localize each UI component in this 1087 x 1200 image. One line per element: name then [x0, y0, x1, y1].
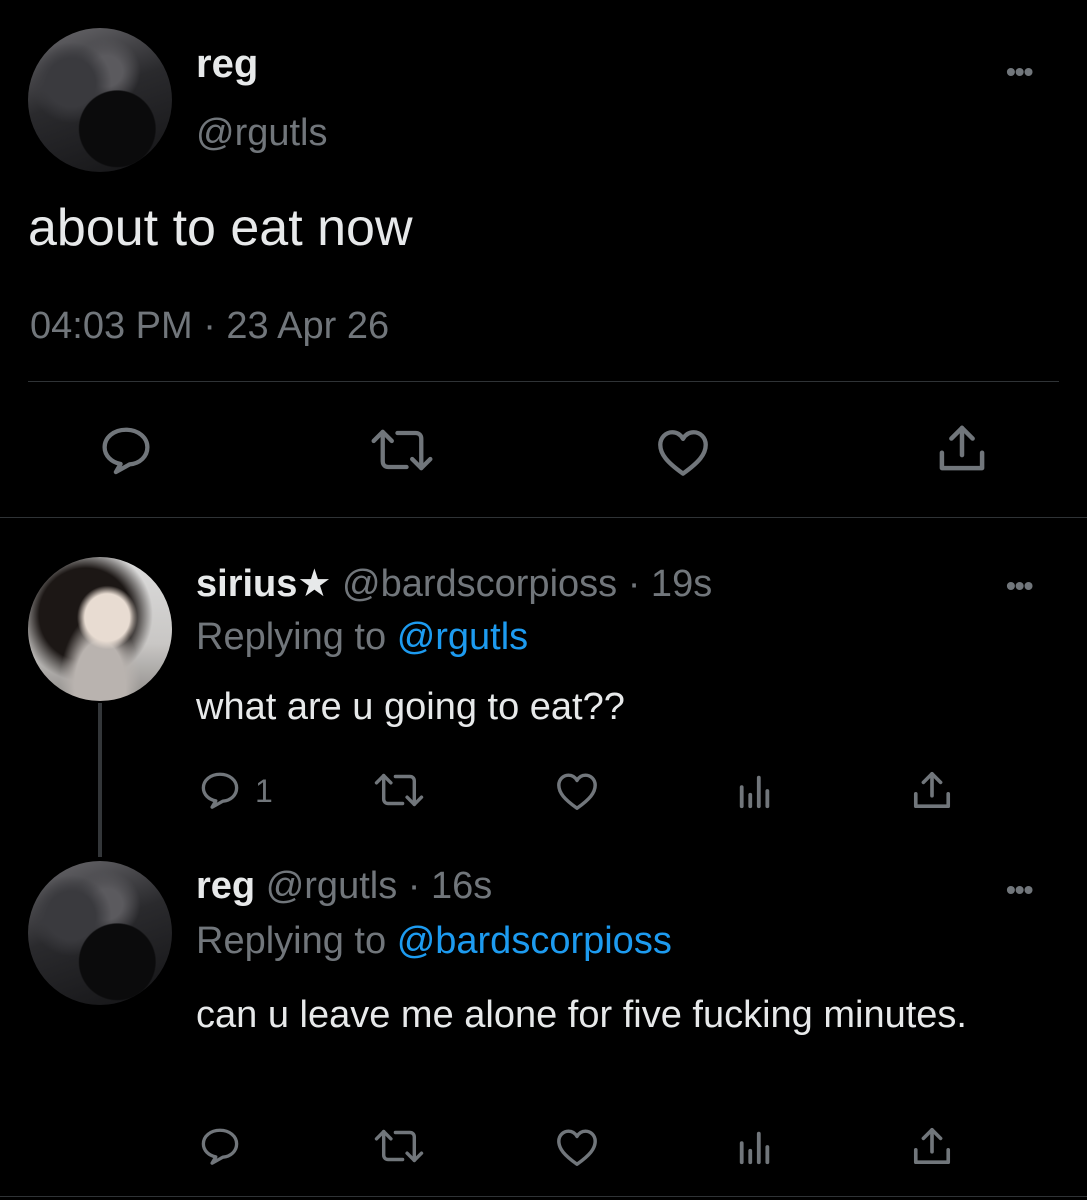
reply1-replying-handle[interactable]: @rgutls — [397, 616, 529, 658]
bottom-divider — [0, 1196, 1087, 1197]
reply-icon[interactable] — [99, 425, 153, 475]
retweet-icon[interactable] — [368, 427, 436, 473]
reply1-time[interactable]: · 19s — [628, 563, 712, 605]
main-avatar[interactable] — [28, 28, 172, 172]
reply2-text: can u leave me alone for five fucking mi… — [196, 994, 967, 1036]
reply2-reply-icon[interactable] — [199, 1126, 241, 1166]
reply1-views-icon[interactable] — [737, 772, 773, 810]
reply2-more-icon[interactable]: ••• — [1006, 874, 1033, 906]
reply2-time[interactable]: · 16s — [408, 865, 492, 907]
reply2-share-icon[interactable] — [911, 1125, 953, 1167]
main-divider-bottom — [0, 517, 1087, 518]
reply1-handle[interactable]: @bardscorpioss — [342, 563, 617, 605]
main-more-icon[interactable]: ••• — [1006, 56, 1033, 88]
reply2-views-icon[interactable] — [737, 1128, 773, 1166]
reply2-handle[interactable]: @rgutls — [266, 865, 398, 907]
reply2-header: reg @rgutls · 16s — [196, 865, 492, 908]
main-divider-top — [28, 381, 1059, 382]
reply1-text: what are u going to eat?? — [196, 686, 625, 728]
reply2-avatar[interactable] — [28, 861, 172, 1005]
main-timestamp[interactable]: 04:03 PM · 23 Apr 26 — [30, 305, 389, 348]
reply2-display-name[interactable]: reg — [196, 865, 255, 907]
main-tweet-text: about to eat now — [28, 199, 413, 257]
reply1-share-icon[interactable] — [911, 769, 953, 811]
reply1-retweet-icon[interactable] — [372, 772, 426, 808]
main-handle[interactable]: @rgutls — [196, 112, 328, 155]
like-icon[interactable] — [655, 427, 711, 477]
share-icon[interactable] — [936, 422, 988, 474]
reply2-replying-label: Replying to — [196, 920, 387, 962]
reply2-like-icon[interactable] — [555, 1127, 599, 1167]
reply1-replying-label: Replying to — [196, 616, 387, 658]
reply1-header: sirius★ @bardscorpioss · 19s — [196, 561, 712, 606]
thread-line — [98, 703, 102, 857]
reply2-replying-to: Replying to @bardscorpioss — [196, 920, 672, 963]
reply1-display-name[interactable]: sirius★ — [196, 563, 331, 605]
reply1-more-icon[interactable]: ••• — [1006, 570, 1033, 602]
reply1-reply-count: 1 — [255, 773, 273, 809]
reply1-reply-icon[interactable] — [199, 770, 241, 810]
reply1-like-icon[interactable] — [555, 771, 599, 811]
reply2-retweet-icon[interactable] — [372, 1128, 426, 1164]
reply1-avatar[interactable] — [28, 557, 172, 701]
reply2-replying-handle[interactable]: @bardscorpioss — [397, 920, 672, 962]
main-display-name[interactable]: reg — [196, 42, 258, 87]
reply1-replying-to: Replying to @rgutls — [196, 616, 528, 659]
